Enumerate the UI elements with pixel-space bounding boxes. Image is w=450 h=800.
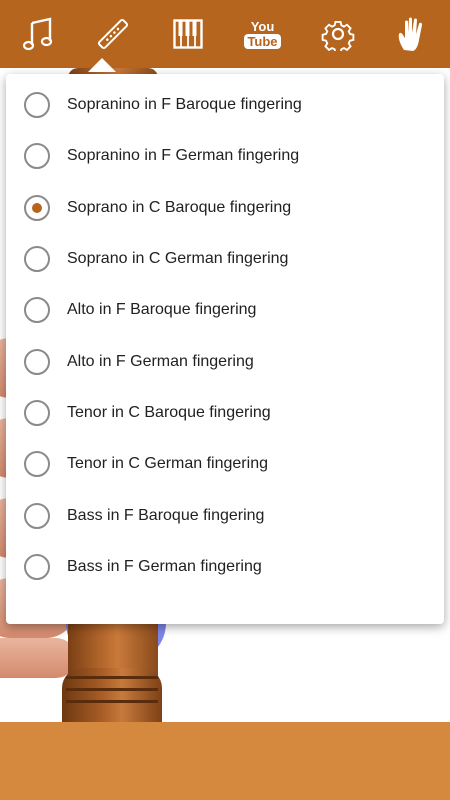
- youtube-line1: You: [250, 18, 275, 34]
- recorder-icon: [97, 18, 129, 50]
- songs-button[interactable]: [10, 6, 66, 62]
- radio-button[interactable]: [24, 91, 50, 118]
- option-label: Bass in F German fingering: [67, 557, 262, 575]
- option-soprano-c-baroque[interactable]: Soprano in C Baroque fingering: [6, 182, 444, 233]
- option-bass-f-baroque[interactable]: Bass in F Baroque fingering: [6, 490, 444, 541]
- option-label: Soprano in C German fingering: [67, 249, 289, 267]
- settings-button[interactable]: [310, 6, 366, 62]
- radio-button[interactable]: [24, 142, 50, 169]
- recorder-ring: [66, 688, 158, 691]
- hand-icon: [396, 16, 430, 52]
- selected-tab-pointer: [88, 58, 116, 72]
- fingering-hand-button[interactable]: [385, 6, 441, 62]
- radio-button[interactable]: [24, 399, 50, 426]
- option-label: Bass in F Baroque fingering: [67, 506, 265, 524]
- radio-button[interactable]: [24, 348, 50, 375]
- option-sopranino-f-baroque[interactable]: Sopranino in F Baroque fingering: [6, 79, 444, 130]
- piano-keys-icon: [172, 19, 203, 49]
- radio-button[interactable]: [24, 450, 50, 477]
- music-notes-icon: [22, 17, 53, 51]
- radio-button[interactable]: [24, 553, 50, 580]
- option-label: Tenor in C German fingering: [67, 454, 268, 472]
- option-alto-f-german[interactable]: Alto in F German fingering: [6, 336, 444, 387]
- youtube-icon: You Tube: [244, 18, 281, 49]
- option-bass-f-german[interactable]: Bass in F German fingering: [6, 541, 444, 592]
- option-soprano-c-german[interactable]: Soprano in C German fingering: [6, 233, 444, 284]
- option-label: Sopranino in F German fingering: [67, 146, 300, 164]
- option-label: Alto in F Baroque fingering: [67, 300, 257, 318]
- option-label: Tenor in C Baroque fingering: [67, 403, 271, 421]
- radio-button-selected[interactable]: [24, 194, 50, 221]
- radio-button[interactable]: [24, 245, 50, 272]
- radio-button[interactable]: [24, 296, 50, 323]
- option-label: Alto in F German fingering: [67, 352, 254, 370]
- option-tenor-c-german[interactable]: Tenor in C German fingering: [6, 438, 444, 489]
- option-label: Sopranino in F Baroque fingering: [67, 95, 302, 113]
- option-tenor-c-baroque[interactable]: Tenor in C Baroque fingering: [6, 387, 444, 438]
- gear-icon: [321, 17, 355, 51]
- option-alto-f-baroque[interactable]: Alto in F Baroque fingering: [6, 284, 444, 335]
- recorder-ring: [66, 676, 158, 679]
- recorder-type-button[interactable]: [85, 6, 141, 62]
- finger-shape: [0, 638, 76, 678]
- youtube-button[interactable]: You Tube: [235, 6, 291, 62]
- youtube-line2: Tube: [244, 33, 281, 49]
- radio-button[interactable]: [24, 502, 50, 529]
- recorder-type-dialog: Sopranino in F Baroque fingering Soprani…: [6, 74, 444, 624]
- bottom-bar: [0, 722, 450, 800]
- option-label: Soprano in C Baroque fingering: [67, 198, 292, 216]
- top-toolbar: You Tube: [0, 0, 450, 68]
- piano-button[interactable]: [160, 6, 216, 62]
- recorder-ring: [66, 700, 158, 703]
- option-sopranino-f-german[interactable]: Sopranino in F German fingering: [6, 130, 444, 181]
